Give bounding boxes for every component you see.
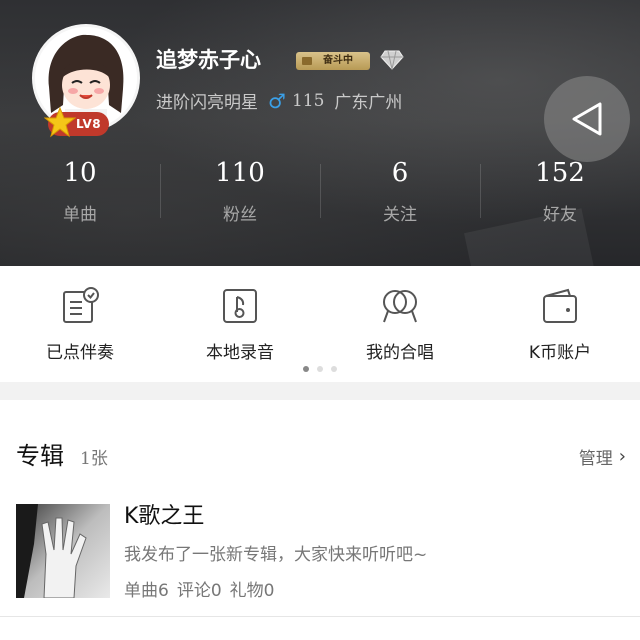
- avatar[interactable]: LV8: [32, 24, 140, 138]
- local-recording-icon: [223, 289, 257, 323]
- quick-menu: 已点伴奏 本地录音 我的合唱 K币账户: [0, 266, 640, 382]
- stat-value: 110: [215, 158, 265, 188]
- album-description: 我发布了一张新专辑，大家快来听听吧~: [124, 545, 428, 565]
- stat-label: 单曲: [63, 205, 97, 225]
- profile-header: LV8 追梦赤子心 奋斗中 进阶闪亮明星 ♂ 115 广东广州 10 单曲 11…: [0, 0, 640, 266]
- stat-value: 10: [63, 158, 97, 188]
- quick-menu-chorus[interactable]: 我的合唱: [320, 266, 480, 366]
- section-title: 专辑: [16, 442, 64, 470]
- quick-menu-accompaniment[interactable]: 已点伴奏: [0, 266, 160, 366]
- album-cover-image: [16, 504, 110, 598]
- pager-dot[interactable]: [331, 366, 337, 372]
- stat-value: 6: [391, 158, 409, 188]
- wallet-icon: [543, 288, 577, 323]
- rank-badge[interactable]: 奋斗中: [296, 52, 370, 70]
- stat-label: 粉丝: [223, 205, 257, 225]
- level-badge: LV8: [44, 106, 110, 138]
- member-title: 进阶闪亮明星: [156, 93, 258, 113]
- stat-singles[interactable]: 10 单曲: [0, 150, 160, 240]
- album-meta: 单曲6 评论0 礼物0: [124, 576, 274, 601]
- quick-menu-label: K币账户: [528, 343, 592, 363]
- album-comments: 评论0: [176, 581, 222, 601]
- quick-menu-label: 本地录音: [206, 343, 274, 363]
- username: 追梦赤子心: [156, 48, 261, 72]
- level-badge-text: LV8: [76, 117, 102, 131]
- accompaniment-icon: [63, 287, 99, 323]
- manage-label: 管理: [578, 449, 613, 469]
- chorus-icon: [383, 290, 417, 323]
- quick-menu-local-recording[interactable]: 本地录音: [160, 266, 320, 366]
- quick-menu-wallet[interactable]: K币账户: [480, 266, 640, 366]
- album-gifts: 礼物0: [229, 581, 275, 601]
- album-name: K歌之王: [124, 504, 205, 529]
- divider: [0, 616, 640, 617]
- album-cover[interactable]: [16, 504, 110, 598]
- pager-dot[interactable]: [303, 366, 309, 372]
- star-icon: [44, 106, 76, 138]
- stat-value: 152: [535, 158, 585, 188]
- age: 115: [291, 90, 325, 111]
- pager-dots: [0, 366, 640, 372]
- album-section: 专辑 1张 管理 › K歌之王 我发布了一张新专辑，大家快来听听吧~ 单曲6 评…: [0, 400, 640, 640]
- male-icon: ♂: [268, 88, 286, 113]
- stats-bar: 10 单曲 110 粉丝 6 关注 152 好友: [0, 150, 640, 240]
- album-item[interactable]: K歌之王 我发布了一张新专辑，大家快来听听吧~ 单曲6 评论0 礼物0: [0, 494, 640, 614]
- stat-fans[interactable]: 110 粉丝: [160, 150, 320, 240]
- pager-dot[interactable]: [317, 366, 323, 372]
- stat-label: 关注: [383, 205, 417, 225]
- quick-menu-label: 我的合唱: [366, 343, 434, 363]
- location: 广东广州: [334, 93, 403, 113]
- diamond-icon[interactable]: [380, 50, 404, 70]
- stat-label: 好友: [543, 205, 577, 225]
- manage-button[interactable]: 管理 ›: [579, 444, 626, 469]
- rank-badge-text: 奋斗中: [323, 55, 353, 66]
- stat-friends[interactable]: 152 好友: [480, 150, 640, 240]
- section-count: 1张: [80, 449, 108, 469]
- stat-following[interactable]: 6 关注: [320, 150, 480, 240]
- triangle-left-icon: [572, 102, 602, 136]
- profile-subinfo: 进阶闪亮明星 ♂ 115 广东广州: [156, 88, 403, 114]
- album-singles: 单曲6: [124, 581, 169, 601]
- quick-menu-label: 已点伴奏: [46, 343, 114, 363]
- chevron-right-icon: ›: [618, 446, 626, 467]
